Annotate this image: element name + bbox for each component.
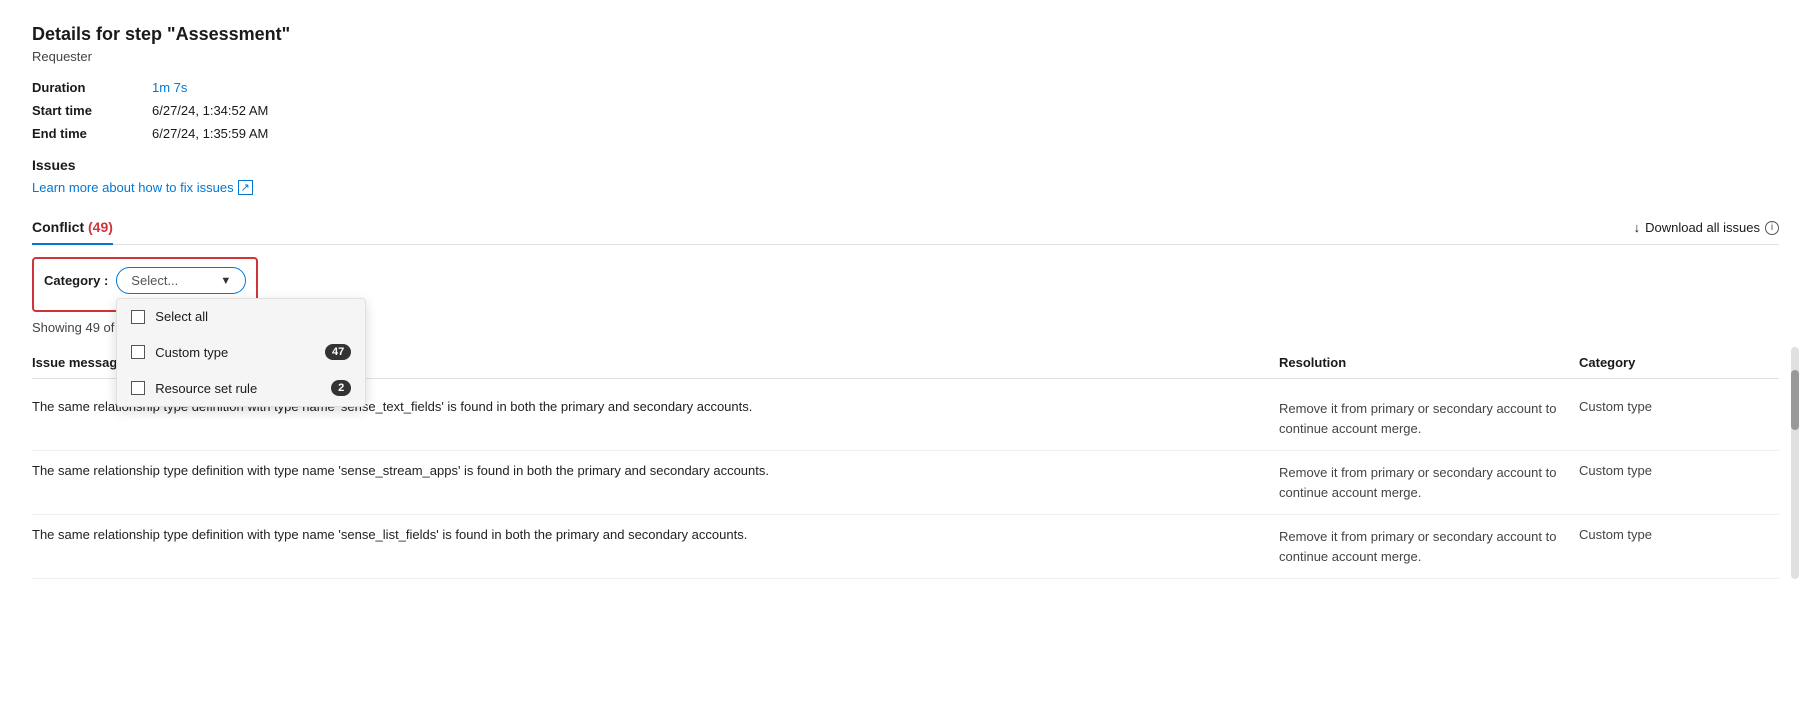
resource-set-rule-label: Resource set rule bbox=[155, 381, 257, 396]
requester-label: Requester bbox=[32, 49, 1779, 64]
dropdown-item-select-all[interactable]: Select all bbox=[117, 299, 365, 334]
scrollbar-thumb[interactable] bbox=[1791, 370, 1799, 430]
category-cell: Custom type bbox=[1579, 399, 1779, 438]
table-row: The same relationship type definition wi… bbox=[32, 451, 1779, 515]
dropdown-item-resource-set-rule[interactable]: Resource set rule 2 bbox=[117, 370, 365, 406]
col-header-resolution: Resolution bbox=[1279, 355, 1579, 370]
issue-message-cell: The same relationship type definition wi… bbox=[32, 527, 1279, 566]
dropdown-item-custom-type[interactable]: Custom type 47 bbox=[117, 334, 365, 370]
info-icon: i bbox=[1765, 221, 1779, 235]
start-time-label: Start time bbox=[32, 103, 152, 118]
custom-type-badge: 47 bbox=[325, 344, 351, 360]
category-cell: Custom type bbox=[1579, 527, 1779, 566]
category-cell: Custom type bbox=[1579, 463, 1779, 502]
download-all-label: Download all issues bbox=[1645, 220, 1760, 235]
vertical-scrollbar[interactable] bbox=[1791, 347, 1799, 579]
select-all-label: Select all bbox=[155, 309, 208, 324]
category-label: Category : bbox=[44, 273, 108, 288]
category-select-wrapper: Select... ▼ Select all bbox=[116, 267, 246, 294]
info-grid: Duration 1m 7s Start time 6/27/24, 1:34:… bbox=[32, 80, 1779, 141]
checkbox-select-all[interactable] bbox=[131, 310, 145, 324]
end-time-value: 6/27/24, 1:35:59 AM bbox=[152, 126, 1779, 141]
category-select-button[interactable]: Select... ▼ bbox=[116, 267, 246, 294]
external-link-icon: ↗ bbox=[238, 180, 253, 195]
tab-conflict-label: Conflict bbox=[32, 219, 84, 235]
filter-container: Category : Select... ▼ Select all bbox=[32, 257, 258, 312]
resolution-cell: Remove it from primary or secondary acco… bbox=[1279, 463, 1579, 502]
duration-value: 1m 7s bbox=[152, 80, 1779, 95]
col-header-category: Category bbox=[1579, 355, 1779, 370]
learn-more-text: Learn more about how to fix issues bbox=[32, 180, 234, 195]
checkbox-resource-set-rule[interactable] bbox=[131, 381, 145, 395]
table-row: The same relationship type definition wi… bbox=[32, 515, 1779, 579]
duration-label: Duration bbox=[32, 80, 152, 95]
resource-set-rule-badge: 2 bbox=[331, 380, 351, 396]
select-placeholder: Select... bbox=[131, 273, 178, 288]
chevron-down-icon: ▼ bbox=[220, 275, 231, 287]
download-icon: ↓ bbox=[1634, 220, 1641, 235]
resolution-cell: Remove it from primary or secondary acco… bbox=[1279, 527, 1579, 566]
start-time-value: 6/27/24, 1:34:52 AM bbox=[152, 103, 1779, 118]
end-time-label: End time bbox=[32, 126, 152, 141]
page-title: Details for step "Assessment" bbox=[32, 24, 1779, 45]
filter-row: Category : Select... ▼ Select all bbox=[44, 267, 246, 294]
learn-more-link[interactable]: Learn more about how to fix issues ↗ bbox=[32, 180, 253, 195]
download-all-button[interactable]: ↓ Download all issues i bbox=[1634, 220, 1779, 235]
issues-heading: Issues bbox=[32, 157, 1779, 173]
issue-message-cell: The same relationship type definition wi… bbox=[32, 463, 1279, 502]
checkbox-custom-type[interactable] bbox=[131, 345, 145, 359]
tab-conflict[interactable]: Conflict (49) bbox=[32, 211, 113, 245]
tab-conflict-count: (49) bbox=[88, 219, 113, 235]
resolution-cell: Remove it from primary or secondary acco… bbox=[1279, 399, 1579, 438]
custom-type-label: Custom type bbox=[155, 345, 228, 360]
tabs-bar: Conflict (49) ↓ Download all issues i bbox=[32, 211, 1779, 245]
category-dropdown: Select all Custom type 47 bbox=[116, 298, 366, 407]
